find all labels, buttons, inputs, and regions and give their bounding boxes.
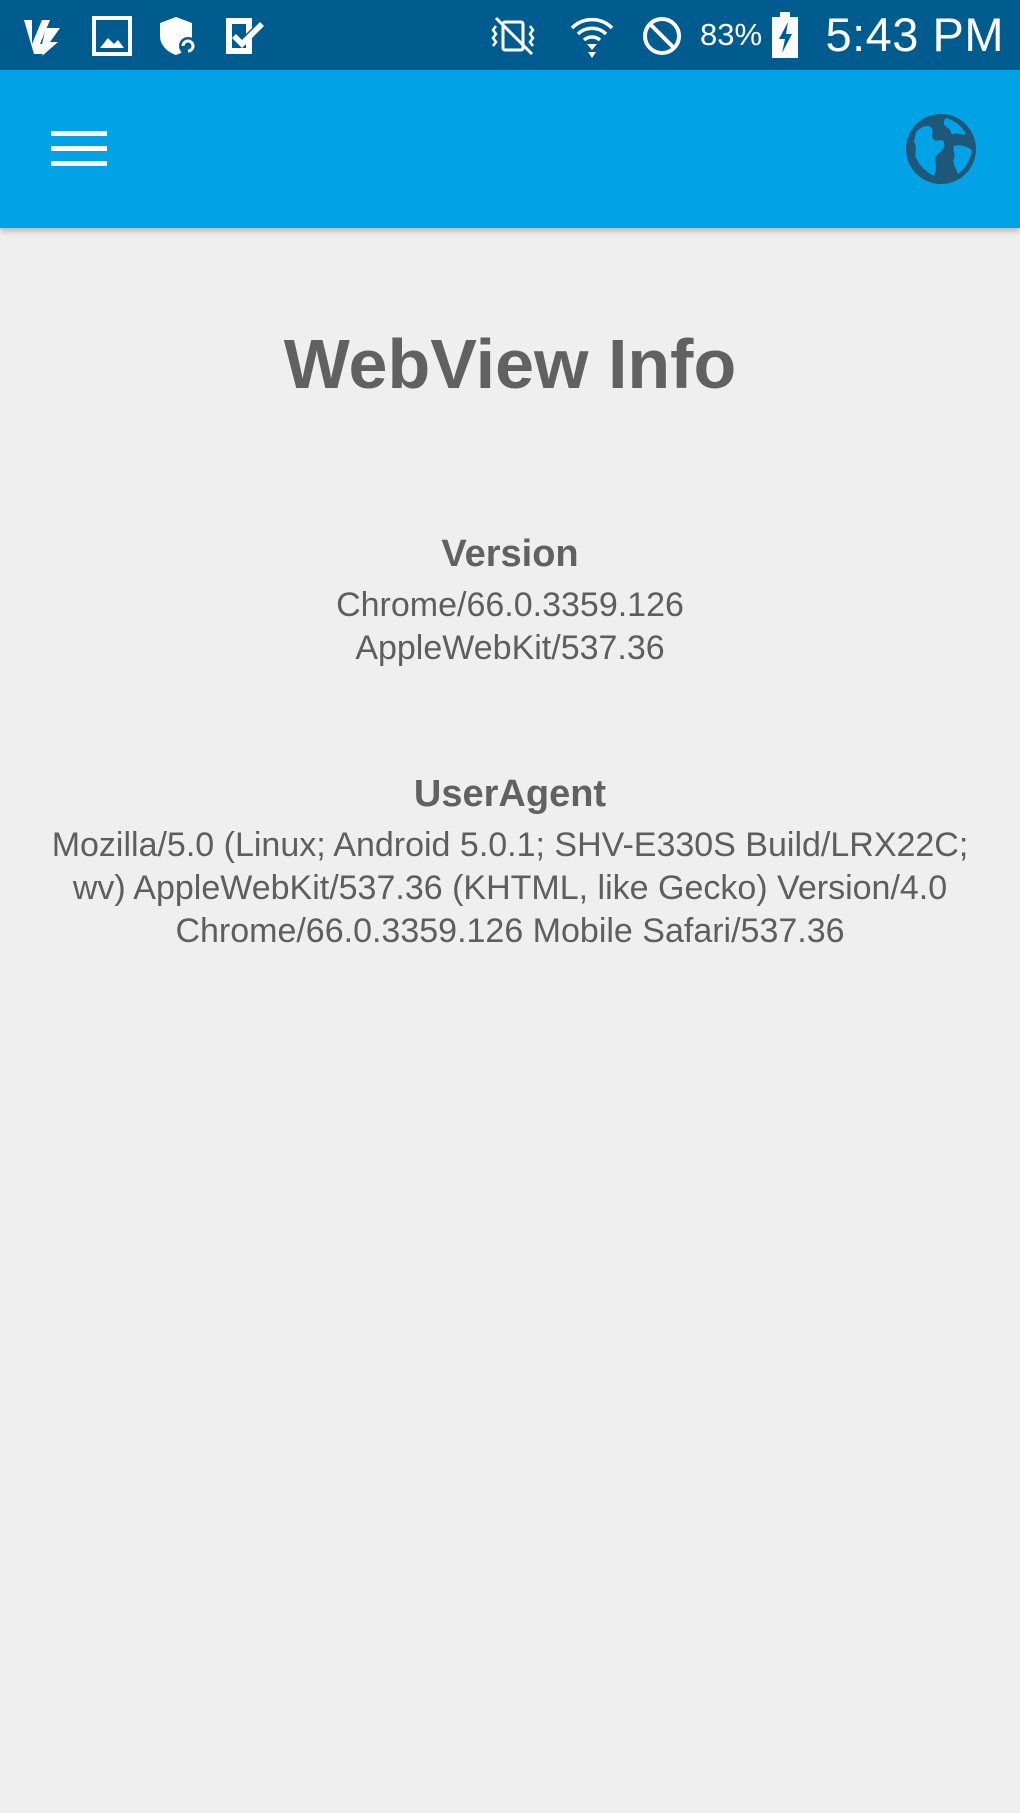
version-label: Version (441, 533, 579, 575)
useragent-line: Mozilla/5.0 (Linux; Android 5.0.1; SHV-E… (51, 826, 969, 864)
vibrate-icon (491, 16, 535, 56)
app-bar (0, 70, 1020, 228)
globe-button[interactable] (898, 106, 984, 192)
wifi-icon (570, 17, 614, 58)
useragent-section: UserAgent Mozilla/5.0 (Linux; Android 5.… (0, 770, 1020, 953)
app-notification-icon (24, 20, 60, 56)
useragent-value: Mozilla/5.0 (Linux; Android 5.0.1; SHV-E… (0, 818, 1020, 953)
useragent-line: wv) AppleWebKit/537.36 (KHTML, like Geck… (72, 869, 948, 907)
shield-sync-icon (160, 17, 197, 55)
menu-button[interactable] (36, 106, 122, 192)
status-bar: 83% 5:43 PM (0, 0, 1020, 70)
check-box-icon (226, 18, 264, 54)
hamburger-menu-icon (51, 131, 107, 166)
version-section: Version Chrome/66.0.3359.126 AppleWebKit… (0, 530, 1020, 670)
version-line: AppleWebKit/537.36 (355, 629, 665, 667)
image-icon (92, 16, 132, 56)
battery-charging-icon (772, 12, 798, 58)
useragent-label: UserAgent (413, 773, 607, 815)
status-clock: 5:43 PM (825, 8, 1004, 61)
globe-icon (906, 114, 976, 184)
do-not-disturb-icon (643, 17, 681, 55)
page-title: WebView Info (283, 325, 737, 403)
main-content: WebView Info Version Chrome/66.0.3359.12… (0, 228, 1020, 953)
useragent-line: Chrome/66.0.3359.126 Mobile Safari/537.3… (175, 912, 845, 950)
battery-percent: 83% (700, 17, 763, 52)
version-value: Chrome/66.0.3359.126 AppleWebKit/537.36 (0, 578, 1020, 670)
version-line: Chrome/66.0.3359.126 (336, 586, 684, 624)
